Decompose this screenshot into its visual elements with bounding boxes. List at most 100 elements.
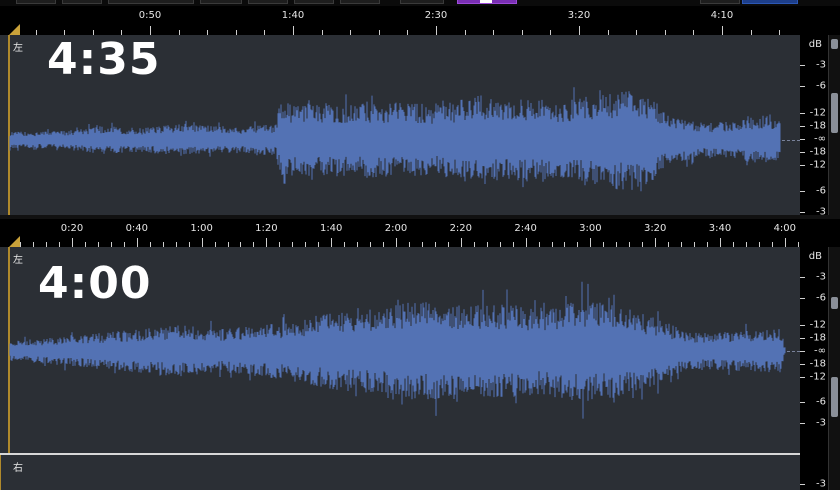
toolbar-button-active[interactable]: [742, 0, 798, 4]
time-label: 3:20: [567, 10, 591, 21]
db-tick: [800, 113, 805, 114]
time-label: 1:40: [319, 223, 343, 234]
db-label: -∞: [814, 345, 826, 357]
db-tick: [800, 402, 805, 403]
time-label: 1:40: [281, 10, 305, 21]
db-label: -12: [809, 107, 826, 119]
time-label: 0:40: [125, 223, 149, 234]
ruler-major-tick: [785, 238, 786, 247]
db-label: -12: [809, 371, 826, 383]
time-label: 4:00: [773, 223, 797, 234]
db-tick: [800, 338, 805, 339]
db-tick: [800, 277, 805, 278]
start-marker[interactable]: [9, 24, 20, 35]
db-label: -6: [816, 185, 826, 197]
waveform: [9, 87, 781, 192]
time-label: 2:00: [384, 223, 408, 234]
ruler-major-tick: [436, 26, 437, 35]
db-label: -3: [816, 59, 826, 71]
waveform-track-bottom[interactable]: 左 4:00: [0, 247, 800, 453]
toolbar-button[interactable]: [400, 0, 444, 4]
ruler-major-tick: [720, 238, 721, 247]
db-tick: [800, 86, 805, 87]
ruler-major-tick: [266, 238, 267, 247]
waveform-track-top[interactable]: 左 4:35: [0, 35, 800, 215]
db-tick: [800, 65, 805, 66]
db-unit-label: dB: [808, 39, 822, 50]
scrollbar-thumb[interactable]: [831, 39, 838, 49]
playhead[interactable]: [0, 455, 10, 490]
time-label: 1:00: [190, 223, 213, 234]
time-label: 0:50: [138, 10, 162, 21]
db-label: -3: [816, 271, 826, 283]
db-label: -12: [809, 319, 826, 331]
ruler-major-tick: [150, 26, 151, 35]
ruler-major-tick: [526, 238, 527, 247]
toolbar-button[interactable]: [700, 0, 740, 4]
db-tick: [800, 377, 805, 378]
time-label: 1:20: [255, 223, 278, 234]
time-label: 3:00: [579, 223, 602, 234]
timeline-ruler-top[interactable]: 0:50 1:40 2:30 3:20 4:10: [0, 6, 800, 35]
scrollbar-thumb[interactable]: [831, 297, 838, 309]
time-label: 2:30: [424, 10, 448, 21]
toolbar-button[interactable]: [248, 0, 288, 4]
toolbar-button[interactable]: [200, 0, 242, 4]
time-label: 4:10: [710, 10, 734, 21]
db-tick: [800, 364, 805, 365]
toolbar-button[interactable]: [16, 0, 56, 4]
waveform-samples: [9, 87, 781, 192]
db-label: -18: [809, 332, 826, 344]
scrollbar-thumb[interactable]: [831, 93, 838, 133]
db-tick: [800, 139, 805, 140]
ruler-major-tick: [396, 238, 397, 247]
toolbar-button[interactable]: [340, 0, 380, 4]
db-tick: [800, 212, 805, 213]
db-scale-bottom: dB -3 -6 -12 -18 -∞ -18 -12 -6 -3 -3: [800, 247, 840, 490]
toolbar-button[interactable]: [62, 0, 102, 4]
ruler-major-tick: [461, 238, 462, 247]
db-tick: [800, 423, 805, 424]
scrollbar-thumb[interactable]: [831, 377, 838, 417]
db-tick: [800, 484, 805, 485]
vertical-scrollbar[interactable]: [828, 35, 840, 215]
ruler-major-tick: [72, 238, 73, 247]
channel-label: 右: [13, 463, 23, 474]
db-label: -18: [809, 120, 826, 132]
ruler-major-tick: [202, 238, 203, 247]
time-label: 0:20: [60, 223, 84, 234]
time-label: 3:20: [643, 223, 667, 234]
toolbar-button[interactable]: [294, 0, 334, 4]
db-label: -6: [816, 396, 826, 408]
time-label: 3:40: [708, 223, 732, 234]
db-label: -6: [816, 292, 826, 304]
db-label: -∞: [814, 133, 826, 145]
db-label: -6: [816, 80, 826, 92]
vertical-scrollbar[interactable]: [828, 247, 840, 490]
ruler-major-tick: [590, 238, 591, 247]
db-label: -18: [809, 358, 826, 370]
mode-toggle-button[interactable]: [457, 0, 517, 4]
timeline-ruler-bottom[interactable]: 0:20 0:40 1:00 1:20 1:40 2:00 2:20 2:40 3:00 3:20…: [0, 219, 800, 247]
waveform-track-right-channel[interactable]: 右: [10, 455, 800, 490]
db-tick: [800, 126, 805, 127]
ruler-major-tick: [722, 26, 723, 35]
db-label: -12: [809, 159, 826, 171]
ruler-major-tick: [293, 26, 294, 35]
db-tick: [800, 152, 805, 153]
ruler-major-tick: [331, 238, 332, 247]
db-tick: [800, 351, 805, 352]
db-scale-top: dB -3 -6 -12 -18 -∞ -18 -12 -6 -3: [800, 35, 840, 218]
db-label: -3: [816, 417, 826, 429]
time-label: 2:40: [514, 223, 537, 234]
db-unit-label: dB: [808, 251, 822, 262]
ruler-major-tick: [137, 238, 138, 247]
start-marker[interactable]: [9, 236, 20, 247]
db-label: -3: [816, 478, 826, 490]
time-label: 2:20: [449, 223, 473, 234]
toolbar-button[interactable]: [108, 0, 194, 4]
db-tick: [800, 298, 805, 299]
db-tick: [800, 191, 805, 192]
ruler-major-tick: [655, 238, 656, 247]
db-tick: [800, 325, 805, 326]
